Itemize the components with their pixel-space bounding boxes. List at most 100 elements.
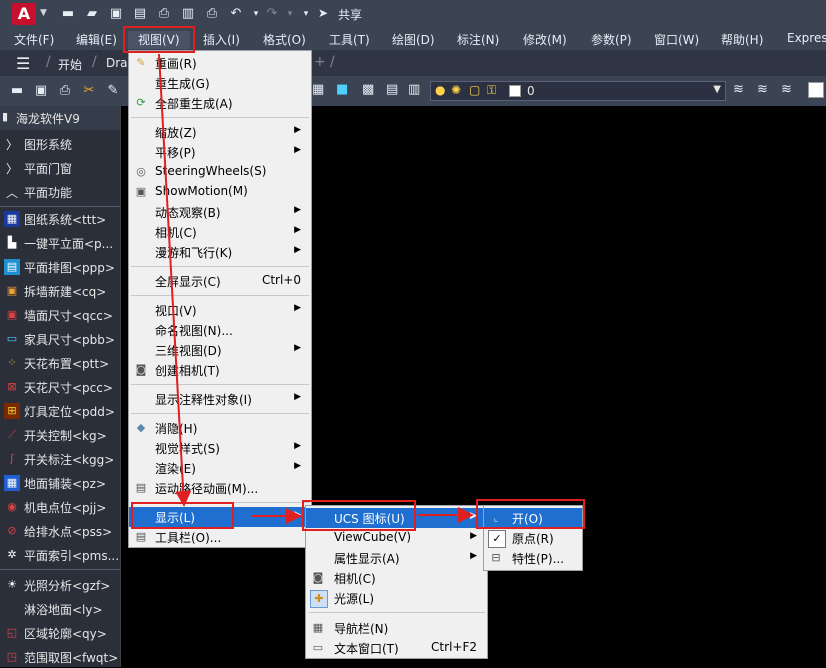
save-icon[interactable]: ▣ — [108, 6, 124, 22]
sidebar-item-floor[interactable]: ▦ 地面铺装<pz> — [0, 472, 120, 494]
menu-item-visual-styles[interactable]: 视觉样式(S) ▶ — [129, 438, 311, 458]
match-icon[interactable]: ✎ — [104, 82, 122, 100]
sidebar-item-furniture[interactable]: ▭ 家具尺寸<pbb> — [0, 328, 120, 350]
menu-modify[interactable]: 修改(M) — [523, 31, 567, 48]
menu-item-camera[interactable]: 相机(C) ▶ — [129, 222, 311, 242]
menu-item-display-camera[interactable]: ◙ 相机(C) — [306, 568, 487, 588]
layer-dropdown[interactable]: ● ✺ ▢ ⚿ 0 ▼ — [430, 81, 726, 101]
sidebar-item-wall[interactable]: ▣ 拆墙新建<cq> — [0, 280, 120, 302]
new-tab-icon[interactable]: + — [314, 54, 326, 70]
menu-edit[interactable]: 编辑(E) — [76, 31, 117, 48]
menu-window[interactable]: 窗口(W) — [654, 31, 699, 48]
undo-icon[interactable]: ↶ — [228, 6, 244, 22]
sidebar-item-crop[interactable]: ◳ 范围取图<fwqt> — [0, 646, 120, 668]
redo-dropdown-icon[interactable]: ▾ — [282, 6, 298, 22]
menu-item-ucs-on[interactable]: ⌞ 开(O) — [484, 508, 582, 528]
menu-item-pan[interactable]: 平移(P) ▶ — [129, 142, 311, 162]
new-file-icon[interactable]: ▬ — [60, 6, 76, 22]
sidebar-group-plan-functions[interactable]: ︿ 平面功能 — [0, 182, 120, 204]
sidebar-item-drawing-system[interactable]: ▦ 图纸系统<ttt> — [0, 208, 120, 230]
menu-parameter[interactable]: 参数(P) — [591, 31, 632, 48]
sidebar-item-switch-label[interactable]: ʃ 开关标注<kgg> — [0, 448, 120, 470]
sidebar-group-graphics[interactable]: 〉 图形系统 — [0, 134, 120, 156]
new-icon[interactable]: ▬ — [8, 82, 26, 100]
menu-item-ucs-origin[interactable]: ✓ 原点(R) — [484, 528, 582, 548]
make-current-layer-icon[interactable]: ≋ — [733, 82, 744, 97]
share-icon[interactable]: ➤ — [318, 6, 328, 20]
menu-item-regen-all[interactable]: ⟳ 全部重生成(A) — [129, 93, 311, 113]
menu-item-ucs-properties[interactable]: ⊟ 特性(P)... — [484, 548, 582, 568]
menu-item-walk-fly[interactable]: 漫游和飞行(K) ▶ — [129, 242, 311, 262]
cut-icon[interactable]: ✂ — [80, 82, 98, 100]
menu-item-viewcube[interactable]: ViewCube(V) ▶ — [306, 528, 487, 548]
menu-item-motion-path[interactable]: ▤ 运动路径动画(M)... — [129, 478, 311, 498]
chevron-down-icon[interactable]: ▼ — [713, 84, 721, 95]
sun-icon[interactable]: ✺ — [451, 83, 461, 97]
menu-draw[interactable]: 绘图(D) — [392, 31, 435, 48]
layer-properties-icon[interactable]: ≋ — [781, 82, 792, 97]
menu-dimension[interactable]: 标注(N) — [457, 31, 499, 48]
sidebar-item-shower[interactable]: 淋浴地面<ly> — [0, 598, 120, 620]
menu-item-regen[interactable]: 重生成(G) — [129, 73, 311, 93]
share-button[interactable]: 共享 — [338, 6, 362, 23]
menu-item-light-source[interactable]: ✚ 光源(L) — [306, 588, 487, 608]
menu-tools[interactable]: 工具(T) — [329, 31, 370, 48]
menu-view[interactable]: 视图(V) — [128, 31, 190, 49]
menu-item-3d-views[interactable]: 三维视图(D) ▶ — [129, 340, 311, 360]
menu-item-display[interactable]: 显示(L) ▶ — [129, 507, 311, 527]
publish-icon[interactable]: ▥ — [180, 6, 196, 22]
print-icon[interactable]: ⎙ — [204, 6, 220, 22]
menu-insert[interactable]: 插入(I) — [203, 31, 240, 48]
menu-item-annotative[interactable]: 显示注释性对象(I) ▶ — [129, 389, 311, 409]
sidebar-group-doors-windows[interactable]: 〉 平面门窗 — [0, 158, 120, 180]
sidebar-item-ceiling-dimension[interactable]: ⊠ 天花尺寸<pcc> — [0, 376, 120, 398]
view-icon[interactable]: ▦ — [312, 82, 324, 97]
tab-drawing[interactable]: Dra — [106, 56, 128, 70]
menu-item-redraw[interactable]: ✎ 重画(R) — [129, 53, 311, 73]
menu-item-navbar[interactable]: ▦ 导航栏(N) — [306, 618, 487, 638]
menu-help[interactable]: 帮助(H) — [721, 31, 763, 48]
sidebar-item-layout[interactable]: ▤ 平面排图<ppp> — [0, 256, 120, 278]
color-control-swatch[interactable] — [808, 82, 824, 98]
sidebar-item-switch[interactable]: ⟋ 开关控制<kg> — [0, 424, 120, 446]
sidebar-item-electric[interactable]: ◉ 机电点位<pjj> — [0, 496, 120, 518]
layer-previous-icon[interactable]: ≋ — [757, 82, 768, 97]
menu-item-fullscreen[interactable]: 全屏显示(C) Ctrl+0 — [129, 271, 311, 291]
usb-icon[interactable]: ▩ — [362, 82, 374, 97]
menu-item-text-window[interactable]: ▭ 文本窗口(T) Ctrl+F2 — [306, 638, 487, 658]
sidebar-item-light-analysis[interactable]: ☀ 光照分析<gzf> — [0, 574, 120, 596]
menu-format[interactable]: 格式(O) — [263, 31, 306, 48]
menu-item-named-views[interactable]: 命名视图(N)... — [129, 320, 311, 340]
print-icon[interactable]: ⎙ — [56, 82, 74, 100]
menu-item-orbit[interactable]: 动态观察(B) ▶ — [129, 202, 311, 222]
menu-item-attribute-display[interactable]: 属性显示(A) ▶ — [306, 548, 487, 568]
lightbulb-icon[interactable]: ● — [435, 83, 445, 97]
sidebar-item-lamp[interactable]: ⊞ 灯具定位<pdd> — [0, 400, 120, 422]
customize-qat-icon[interactable]: ▾ — [298, 6, 314, 22]
tab-start[interactable]: 开始 — [58, 56, 82, 73]
menu-item-hide[interactable]: ◆ 消隐(H) — [129, 418, 311, 438]
menu-express[interactable]: Expres — [787, 31, 826, 45]
menu-item-viewports[interactable]: 视口(V) ▶ — [129, 300, 311, 320]
export-icon[interactable]: ⎙ — [156, 6, 172, 22]
menu-file[interactable]: 文件(F) — [14, 31, 54, 48]
sidebar-item-water[interactable]: ⊘ 给排水点<pss> — [0, 520, 120, 542]
sidebar-item-index[interactable]: ✲ 平面索引<pms... — [0, 544, 120, 566]
app-menu-caret-icon[interactable]: ▼ — [40, 8, 47, 18]
redo-icon[interactable]: ↷ — [264, 6, 280, 22]
open-folder-icon[interactable]: ▰ — [84, 6, 100, 22]
sidebar-item-ceiling[interactable]: ⁘ 天花布置<ptt> — [0, 352, 120, 374]
save-icon[interactable]: ▣ — [32, 82, 50, 100]
sidebar-item-outline[interactable]: ◱ 区域轮廓<qy> — [0, 622, 120, 644]
sidebar-item-elevation[interactable]: ▙ 一键平立面<p... — [0, 232, 120, 254]
menu-item-showmotion[interactable]: ▣ ShowMotion(M) — [129, 182, 311, 202]
layer-color-swatch[interactable] — [509, 85, 521, 97]
sidebar-item-wall-dimension[interactable]: ▣ 墙面尺寸<qcc> — [0, 304, 120, 326]
app-logo[interactable]: A — [12, 3, 36, 25]
lock-icon[interactable]: ⚿ — [487, 83, 496, 98]
menu-item-create-camera[interactable]: ◙ 创建相机(T) — [129, 360, 311, 380]
properties-icon[interactable]: ▤ — [386, 82, 398, 97]
visual-style-icon[interactable]: ■ — [336, 82, 348, 97]
layer-state-icon[interactable]: ▥ — [408, 82, 420, 97]
menu-item-zoom[interactable]: 缩放(Z) ▶ — [129, 122, 311, 142]
